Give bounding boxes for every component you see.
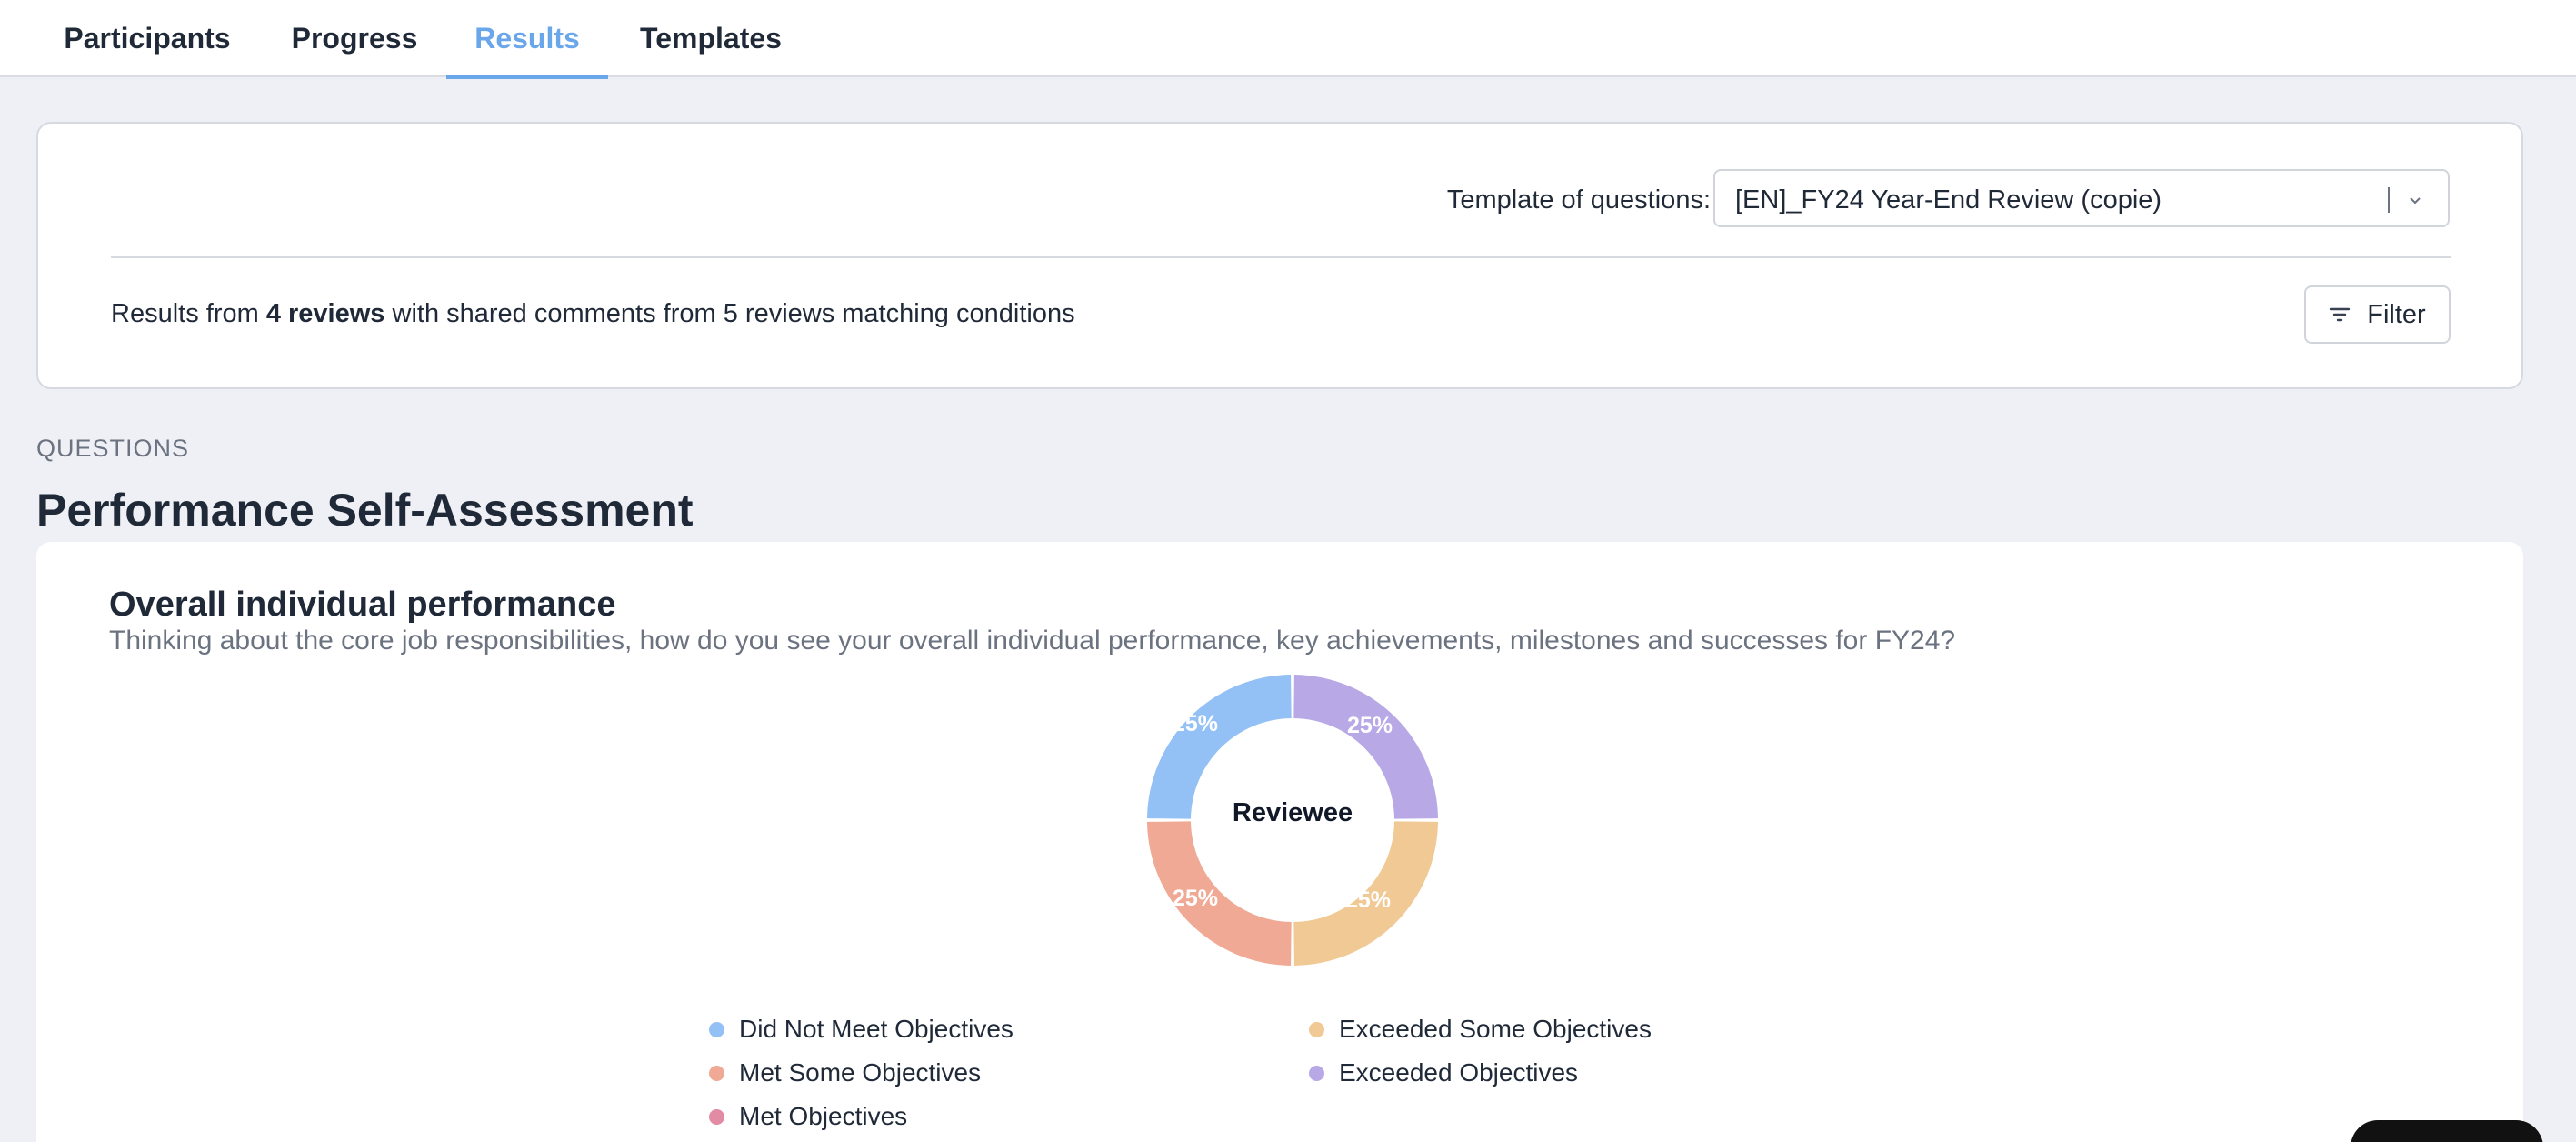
template-select-value: [EN]_FY24 Year-End Review (copie)	[1735, 185, 2162, 215]
divider	[111, 256, 2451, 258]
legend-dot	[709, 1065, 724, 1081]
results-filter-card: Template of questions: [EN]_FY24 Year-En…	[36, 122, 2523, 389]
select-separator	[2388, 187, 2390, 213]
legend-dot	[1309, 1021, 1324, 1037]
question-card: Overall individual performance Thinking …	[36, 542, 2523, 1142]
filter-label: Filter	[2367, 299, 2426, 329]
legend-item-met-some[interactable]: Met Some Objectives	[709, 1058, 981, 1087]
chevron-down-icon[interactable]	[2406, 191, 2424, 209]
data-label-exceeded-some: 25%	[1345, 887, 1392, 913]
legend-label: Exceeded Objectives	[1339, 1058, 1579, 1087]
legend-dot	[709, 1021, 724, 1037]
donut-slice-met-some-objectives[interactable]	[1147, 821, 1292, 966]
help-button[interactable]	[2351, 1120, 2543, 1142]
section-title: Performance Self-Assessment	[36, 485, 694, 536]
tab-results[interactable]: Results	[446, 0, 608, 79]
legend-label: Did Not Meet Objectives	[739, 1015, 1013, 1043]
question-description: Thinking about the core job responsibili…	[109, 626, 1956, 656]
tab-bar: Participants Progress Results Templates	[0, 0, 2576, 79]
legend-dot	[709, 1108, 724, 1125]
legend-item-did-not-meet[interactable]: Did Not Meet Objectives	[709, 1015, 1013, 1044]
template-select[interactable]: [EN]_FY24 Year-End Review (copie)	[1713, 169, 2450, 227]
results-count: 4 reviews	[265, 299, 385, 328]
legend-item-met[interactable]: Met Objectives	[709, 1102, 907, 1131]
filter-button[interactable]: Filter	[2304, 286, 2451, 344]
questions-label: QUESTIONS	[36, 435, 190, 462]
donut-center-label: Reviewee	[1232, 798, 1353, 827]
results-prefix: Results from	[111, 299, 266, 328]
legend-label: Met Objectives	[739, 1102, 908, 1130]
template-label: Template of questions:	[1446, 185, 1711, 215]
legend-item-exceeded-some[interactable]: Exceeded Some Objectives	[1309, 1015, 1652, 1044]
donut-slice-exceeded-objectives[interactable]	[1293, 675, 1438, 819]
data-label-did-not-meet: 25%	[1173, 711, 1219, 736]
legend-dot	[1309, 1065, 1324, 1081]
question-title: Overall individual performance	[109, 586, 616, 624]
results-summary: Results from 4 reviews with shared comme…	[111, 299, 1075, 329]
data-label-exceeded: 25%	[1347, 713, 1393, 738]
data-label-met-some: 25%	[1173, 886, 1219, 911]
legend-label: Exceeded Some Objectives	[1339, 1015, 1652, 1043]
legend-label: Met Some Objectives	[739, 1058, 982, 1087]
legend-item-exceeded[interactable]: Exceeded Objectives	[1309, 1058, 1578, 1087]
donut-slice-did-not-meet-objectives[interactable]	[1147, 675, 1292, 819]
tab-participants[interactable]: Participants	[36, 0, 258, 77]
tab-templates[interactable]: Templates	[627, 0, 794, 77]
results-suffix: with shared comments from 5 reviews matc…	[384, 299, 1075, 328]
filter-icon	[2330, 307, 2351, 322]
tab-progress[interactable]: Progress	[282, 0, 427, 77]
